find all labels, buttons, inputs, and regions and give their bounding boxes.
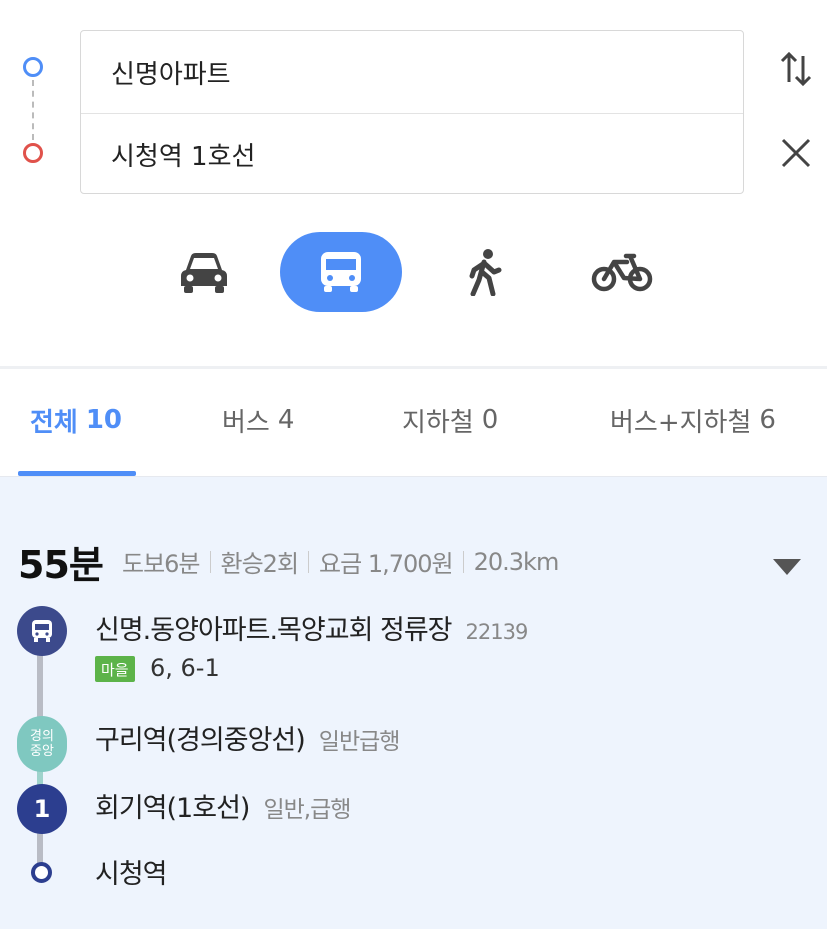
summary-separator [308,550,310,573]
mode-bus-button[interactable] [280,232,402,312]
end-point-icon [31,862,52,883]
line1-segment-line [37,830,43,866]
summary-separator [462,550,464,573]
destination-input[interactable]: 시청역 1호선 [81,113,743,195]
tab-count: 6 [759,405,776,435]
service-type: 일반,급행 [263,797,351,823]
origin-value: 신명아파트 [111,59,231,90]
bus-stop-id: 22139 [465,620,529,644]
origin-dot-icon [23,57,43,77]
transfer-count: 환승2회 [220,550,300,578]
step-transfer-guri[interactable]: 구리역(경의중앙선) 일반급행 [95,718,401,757]
service-type: 일반급행 [318,729,401,755]
active-tab-indicator [18,471,136,476]
bus-segment-line [37,650,43,720]
tab-label: 전체 [30,407,78,438]
bus-icon [32,620,52,642]
walk-time: 도보6분 [122,550,201,578]
total-time: 55분 [18,543,104,587]
tab-count: 10 [85,405,123,435]
tab-bus[interactable]: 버스 4 [222,396,294,444]
destination-value: 시청역 1호선 [111,141,256,172]
tab-label: 버스+지하철 [610,407,752,438]
step-transfer-hoegi[interactable]: 회기역(1호선) 일반,급행 [95,786,351,825]
route-input-box: 신명아파트 시청역 1호선 [80,30,744,194]
section-divider [0,366,827,369]
close-icon [781,138,811,168]
mode-walk-button[interactable] [450,232,520,312]
bus-route-numbers: 6, 6-1 [150,654,220,682]
tab-subway[interactable]: 지하철 0 [402,396,498,444]
distance: 20.3km [473,547,560,576]
step-destination[interactable]: 시청역 [95,852,168,891]
origin-input[interactable]: 신명아파트 [81,31,743,114]
tab-label: 지하철 [402,407,474,438]
maeul-bus-badge: 마을 [95,656,135,682]
destination-dot-icon [23,143,43,163]
line1-icon: 1 [17,784,67,834]
step-bus-stop[interactable]: 신명.동양아파트.목양교회 정류장 22139 [95,608,529,647]
tab-count: 0 [481,405,499,435]
bike-icon [591,253,653,292]
fare: 요금 1,700원 [319,550,454,578]
tab-count: 4 [277,405,295,435]
clear-route-button[interactable] [778,133,814,175]
expand-chevron-icon[interactable] [773,559,801,575]
station-name: 구리역(경의중앙선) [95,725,306,756]
gyeongui-jungang-line-icon: 경의 중앙 [17,716,67,772]
walk-icon [469,249,502,296]
swap-route-button[interactable] [778,46,814,92]
station-name: 시청역 [95,859,168,890]
mode-bike-button[interactable] [582,232,662,312]
car-icon [181,253,227,293]
route-connector [32,80,34,140]
mode-car-button[interactable] [166,232,242,312]
swap-icon [780,51,812,87]
bus-icon [321,252,361,292]
summary-separator [209,550,211,573]
station-name: 회기역(1호선) [95,793,250,824]
tab-bus-subway[interactable]: 버스+지하철 6 [610,396,776,444]
route-summary: 도보6분 환승2회 요금 1,700원 20.3km [122,544,560,579]
tab-label: 버스 [222,407,270,438]
bus-stop-name: 신명.동양아파트.목양교회 정류장 [95,615,453,646]
tab-all[interactable]: 전체 10 [30,396,122,444]
bus-stop-icon [17,606,67,656]
